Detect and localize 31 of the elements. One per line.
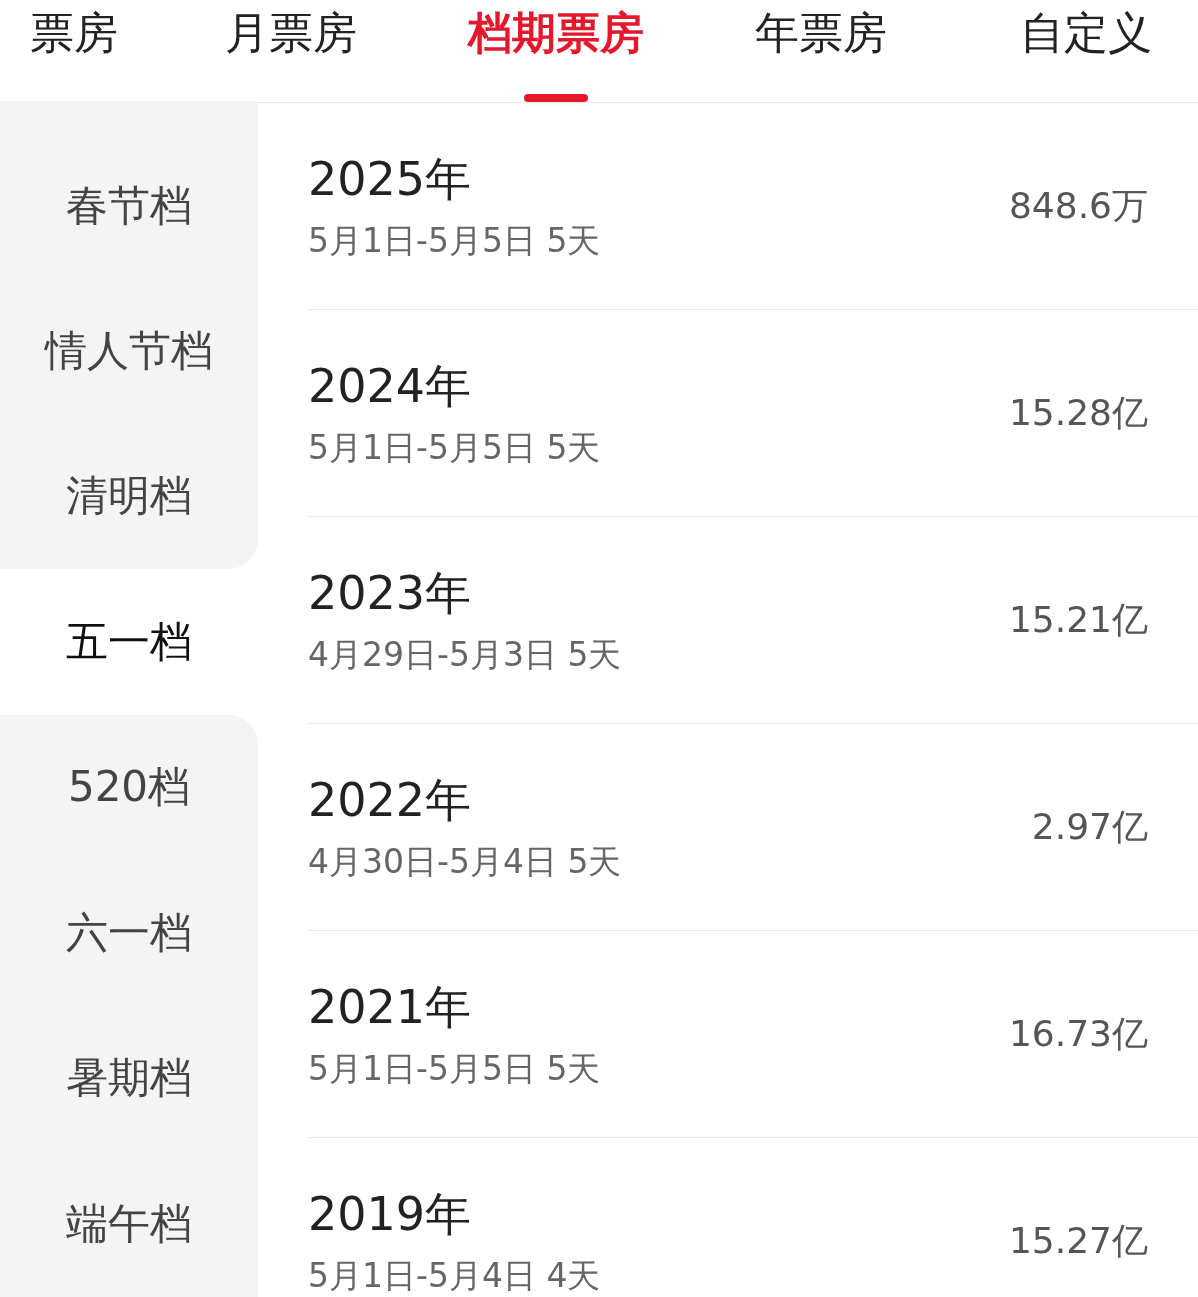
year-label: 2019年 bbox=[308, 1185, 473, 1243]
tab[interactable]: 月票房 bbox=[158, 0, 423, 102]
year-label: 2021年 bbox=[308, 978, 473, 1036]
year-label: 2025年 bbox=[308, 150, 473, 208]
sidebar-item[interactable]: 春节档 bbox=[0, 103, 258, 278]
box-office-value: 15.28亿 bbox=[1008, 390, 1148, 435]
sidebar-item[interactable]: 暑期档 bbox=[0, 1005, 258, 1151]
box-office-value: 15.21亿 bbox=[1008, 597, 1148, 642]
sidebar-item[interactable]: 六一档 bbox=[0, 860, 258, 1006]
sidebar-item[interactable]: 情人节档 bbox=[0, 278, 258, 424]
date-range: 4月30日-5月4日 5天 bbox=[308, 840, 622, 883]
year-label: 2023年 bbox=[308, 564, 473, 622]
date-range: 5月1日-5月4日 4天 bbox=[308, 1254, 601, 1297]
date-range: 5月1日-5月5日 5天 bbox=[308, 1047, 601, 1090]
date-range: 5月1日-5月5日 5天 bbox=[308, 426, 601, 469]
tab[interactable]: 票房 bbox=[0, 0, 158, 102]
date-range: 5月1日-5月5日 5天 bbox=[308, 219, 601, 262]
sidebar-item[interactable]: 端午档 bbox=[0, 1151, 258, 1297]
year-label: 2022年 bbox=[308, 771, 473, 829]
box-office-value: 2.97亿 bbox=[1031, 804, 1148, 849]
year-label: 2024年 bbox=[308, 357, 473, 415]
sidebar-item[interactable]: 520档 bbox=[0, 714, 258, 860]
tab[interactable]: 年票房 bbox=[688, 0, 953, 102]
tab[interactable]: 档期票房 bbox=[423, 0, 688, 102]
active-tab-indicator bbox=[523, 94, 588, 102]
sidebar-item[interactable]: 清明档 bbox=[0, 423, 258, 569]
date-range: 4月29日-5月3日 5天 bbox=[308, 633, 622, 676]
box-office-value: 848.6万 bbox=[1008, 183, 1148, 228]
box-office-value: 15.27亿 bbox=[1008, 1218, 1148, 1263]
box-office-value: 16.73亿 bbox=[1008, 1011, 1148, 1056]
tab[interactable]: 自定义 bbox=[953, 0, 1198, 102]
